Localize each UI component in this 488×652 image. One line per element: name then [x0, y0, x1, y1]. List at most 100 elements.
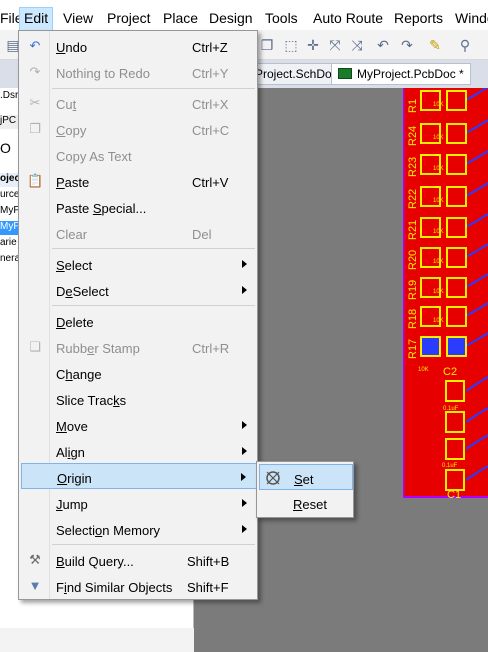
menu-item-paste-special[interactable]: Paste Special... [21, 194, 257, 220]
menu-item-select[interactable]: Select [21, 251, 257, 277]
resistor-pad [446, 277, 467, 298]
panel-row[interactable]: jPC [0, 115, 20, 129]
menu-item-delete[interactable]: Delete [21, 308, 257, 334]
panel-row[interactable]: urce [0, 189, 20, 203]
select-label: Select [56, 258, 93, 273]
menu-item-deselect[interactable]: DeSelect [21, 277, 257, 303]
resistor-designator: R24 [407, 126, 419, 146]
rubber-stamp-shortcut: Ctrl+R [192, 341, 230, 356]
panel-row[interactable]: MyP [0, 205, 20, 219]
resistor-designator: R19 [407, 280, 419, 300]
menu-item-align[interactable]: Align [21, 438, 257, 464]
filter-icon: ▼ [28, 578, 42, 593]
menu-design[interactable]: Design [209, 10, 253, 26]
menu-place[interactable]: Place [163, 10, 198, 26]
find-similar-label: Find Similar Objects [56, 580, 173, 595]
panel-row[interactable]: .Dsr [0, 90, 20, 104]
resistor-designator: R22 [407, 189, 419, 209]
cap-pad [445, 411, 465, 433]
resistor-pad [446, 123, 467, 144]
resistor-pad [420, 336, 441, 357]
align-label: Align [56, 445, 85, 460]
menu-item-rubber-stamp[interactable]: ❏ Rubber Stamp Ctrl+R [21, 334, 257, 360]
menu-item-move[interactable]: Move [21, 412, 257, 438]
resistor-designator: R18 [407, 309, 419, 329]
copy-icon: ❐ [29, 121, 41, 136]
menu-window[interactable]: Window [455, 10, 488, 26]
paste-icon: 📋 [27, 173, 44, 188]
deselect-label: DeSelect [56, 284, 109, 299]
resistor-value-label: 10K [433, 229, 444, 235]
menu-item-paste[interactable]: 📋 Paste Ctrl+V [21, 168, 257, 194]
menu-item-clear[interactable]: Clear Del [21, 220, 257, 246]
menu-item-find-similar[interactable]: ▼ Find Similar Objects Shift+F [21, 573, 257, 599]
menu-tools[interactable]: Tools [265, 10, 298, 26]
rubber-stamp-icon: ❏ [29, 339, 41, 354]
submenu-item-set[interactable]: Set [259, 464, 353, 490]
panel-row-selected[interactable]: MyP [0, 221, 20, 235]
menu-view[interactable]: View [63, 10, 93, 26]
menu-item-copy[interactable]: ❐ Copy Ctrl+C [21, 116, 257, 142]
menu-item-build-query[interactable]: ⚒ Build Query... Shift+B [21, 547, 257, 573]
submenu-item-reset[interactable]: Reset [259, 490, 353, 516]
menu-item-slice-tracks[interactable]: Slice Tracks [21, 386, 257, 412]
tab-pcbdoc[interactable]: MyProject.PcbDoc * [331, 63, 471, 85]
tab-pcbdoc-label: MyProject.PcbDoc * [357, 67, 464, 81]
paste-label: Paste [56, 175, 90, 190]
resistor-designator: R1 [407, 99, 419, 113]
find-similar-shortcut: Shift+F [187, 580, 229, 595]
menu-item-change[interactable]: Change [21, 360, 257, 386]
select-area-icon[interactable]: ⬚ [282, 36, 300, 54]
menu-auto-route[interactable]: Auto Route [313, 10, 383, 26]
highlight-icon[interactable]: ✎ [426, 36, 444, 54]
menu-item-jump[interactable]: Jump [21, 490, 257, 516]
copy-label: Copy [56, 123, 87, 138]
panel-radio[interactable]: O [0, 140, 20, 158]
rubber-stamp-label: Rubber Stamp [56, 341, 140, 356]
submenu-arrow-icon [242, 421, 247, 429]
menu-project[interactable]: Project [107, 10, 151, 26]
panel-row[interactable]: ojec [0, 173, 20, 187]
menu-item-selection-memory[interactable]: Selection Memory [21, 516, 257, 542]
build-query-icon: ⚒ [29, 552, 41, 567]
menu-item-origin[interactable]: Origin [21, 463, 257, 489]
menu-item-undo[interactable]: ↶ Undo Ctrl+Z [21, 33, 257, 59]
change-label: Change [56, 367, 102, 382]
redo-tool-icon[interactable]: ↷ [398, 36, 416, 54]
jump-label: Jump [56, 497, 88, 512]
paste-special-label: Paste Special... [56, 201, 147, 216]
resistor-designator: R21 [407, 220, 419, 240]
move-cross-icon[interactable]: ✛ [304, 36, 322, 54]
copy-tool-icon[interactable]: ❐ [258, 36, 276, 54]
submenu-arrow-icon [242, 499, 247, 507]
cut-shortcut: Ctrl+X [192, 97, 229, 112]
submenu-arrow-icon [242, 447, 247, 455]
inspect-icon[interactable]: ⚲ [456, 36, 474, 54]
submenu-arrow-icon [242, 525, 247, 533]
submenu-arrow-icon [242, 286, 247, 294]
panel-row[interactable]: arie [0, 237, 20, 251]
undo-shortcut: Ctrl+Z [192, 40, 228, 55]
deselect-icon[interactable]: ⤨ [348, 36, 366, 54]
build-query-shortcut: Shift+B [187, 554, 230, 569]
resistor-pad [446, 336, 467, 357]
cap-pad [445, 380, 465, 402]
menu-edit[interactable]: Edit [19, 7, 54, 31]
menu-item-copy-as-text[interactable]: Copy As Text [21, 142, 257, 168]
clear-shortcut: Del [192, 227, 212, 242]
submenu-arrow-icon [242, 260, 247, 268]
resistor-designator: R20 [407, 250, 419, 270]
cap-c1-value: 0.1uF [442, 463, 458, 469]
menu-item-redo[interactable]: ↷ Nothing to Redo Ctrl+Y [21, 59, 257, 85]
menu-item-cut[interactable]: ✂ Cut Ctrl+X [21, 90, 257, 116]
menu-separator [52, 88, 255, 89]
undo-tool-icon[interactable]: ↶ [374, 36, 392, 54]
reset-label: Reset [293, 497, 327, 512]
panel-row[interactable]: nera [0, 253, 20, 267]
move-selection-icon[interactable]: ⤧ [326, 36, 344, 54]
origin-submenu: Set Reset [256, 461, 354, 518]
board-designators: R1 R24 R23 R22 R21 R20 R19 R18 R17 [407, 99, 419, 359]
resistor-pad [446, 90, 467, 111]
menu-reports[interactable]: Reports [394, 10, 443, 26]
resistor-value-label: 10K [433, 198, 444, 204]
